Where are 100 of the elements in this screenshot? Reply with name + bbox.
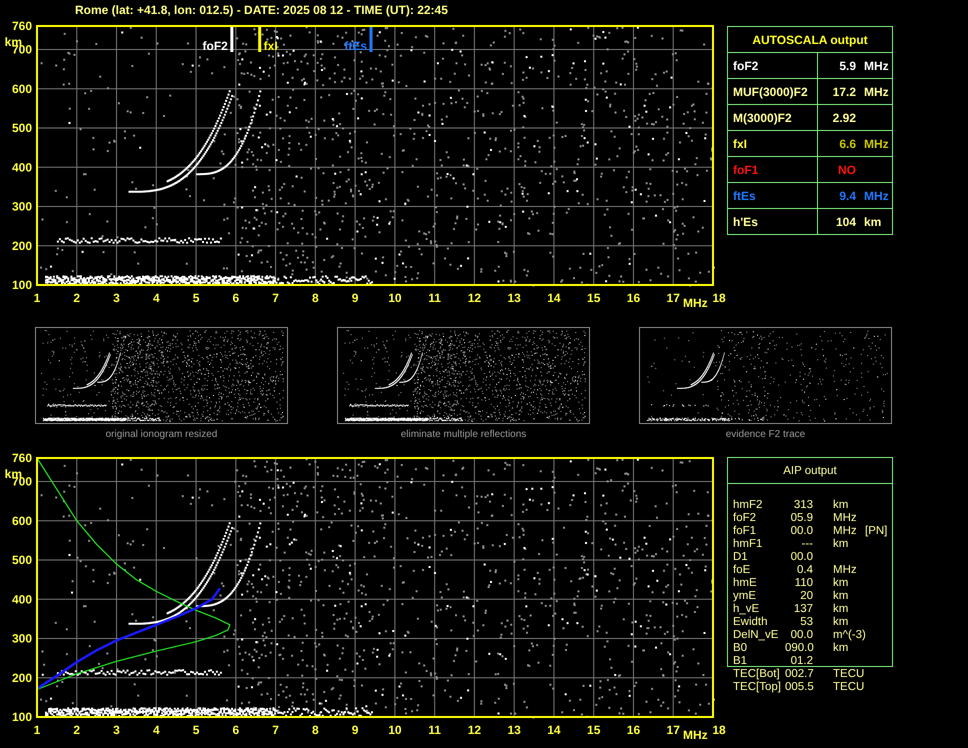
axis-unit-label: MHz xyxy=(683,296,708,310)
axis-tick-label: 760 xyxy=(12,451,32,465)
parameter-unit: MHz xyxy=(833,564,858,577)
value-text: NO xyxy=(837,162,856,176)
axis-tick-label: 100 xyxy=(12,710,32,724)
axis-tick-label: 11 xyxy=(428,723,441,737)
marker-label: foF2 xyxy=(202,39,228,53)
axis-tick-label: 10 xyxy=(388,291,402,305)
axis-tick-label: 15 xyxy=(587,723,600,737)
parameter-unit: m^(-3) xyxy=(833,629,863,642)
parameter-unit: km xyxy=(833,499,850,512)
parameter-unit: TECU xyxy=(833,681,863,694)
parameter-unit: km xyxy=(833,590,850,603)
axis-tick-label: 8 xyxy=(312,723,319,737)
parameter-name: h_vE xyxy=(733,603,760,616)
parameter-label: foF1 xyxy=(733,162,758,176)
axis-tick-label: 4 xyxy=(152,723,160,737)
parameter-unit: MHz xyxy=(833,512,858,525)
parameter-note: [PN] xyxy=(865,525,888,538)
axis-tick-label: 1 xyxy=(34,723,40,737)
unit-text: MHz xyxy=(864,58,889,72)
parameter-value: 05.9 xyxy=(790,512,813,525)
value-text: 104 xyxy=(834,214,856,228)
parameter-label: foF2 xyxy=(733,58,758,72)
parameter-label: ftEs xyxy=(733,188,756,202)
thumbnail-caption: evidence F2 trace xyxy=(726,429,806,440)
axis-tick-label: 9 xyxy=(352,723,358,737)
parameter-unit: km xyxy=(833,616,850,629)
axis-tick-label: 17 xyxy=(666,291,680,305)
parameter-value: 00.0 xyxy=(790,629,813,642)
axis-tick-label: 3 xyxy=(113,723,120,737)
axis-tick-label: 300 xyxy=(12,200,32,214)
axis-unit-label: MHz xyxy=(683,728,708,741)
axis-tick-label: 10 xyxy=(388,723,402,737)
parameter-label: fxI xyxy=(733,136,748,150)
parameter-name: hmF2 xyxy=(733,499,764,512)
axis-tick-label: 5 xyxy=(192,291,200,305)
parameter-value: 53 xyxy=(799,616,813,629)
parameter-name: foE xyxy=(733,564,752,577)
axis-tick-label: 2 xyxy=(73,291,80,305)
axis-tick-label: 12 xyxy=(468,291,482,305)
axis-tick-label: 400 xyxy=(12,160,32,174)
marker-label: ftEs xyxy=(344,39,368,53)
parameter-value: 002.7 xyxy=(785,668,813,681)
axis-tick-label: 16 xyxy=(626,291,640,305)
axis-tick-label: 17 xyxy=(666,723,680,737)
axis-tick-label: 100 xyxy=(12,278,32,292)
parameter-name: DelN_vE xyxy=(733,629,780,642)
axis-tick-label: 9 xyxy=(352,291,358,305)
parameter-unit: km xyxy=(833,642,850,655)
parameter-value: 20 xyxy=(799,590,813,603)
axis-tick-label: 7 xyxy=(272,723,279,737)
axis-tick-label: 8 xyxy=(312,291,319,305)
parameter-unit: TECU xyxy=(833,668,863,681)
axis-tick-label: 3 xyxy=(113,291,120,305)
axis-tick-label: 13 xyxy=(508,291,521,305)
parameter-unit: km xyxy=(833,603,850,616)
unit-text: MHz xyxy=(864,84,889,98)
axis-tick-label: 15 xyxy=(587,291,600,305)
parameter-label: h'Es xyxy=(733,214,758,228)
parameter-name: B0 xyxy=(733,642,748,655)
header-title: Rome (lat: +41.8, lon: 012.5) - DATE: 2025 08 12 - TIME (UT): 22:45 xyxy=(75,3,448,17)
parameter-value: 005.5 xyxy=(785,681,813,694)
parameter-value: 313 xyxy=(792,499,813,512)
axis-tick-label: 600 xyxy=(12,514,32,528)
parameter-name: hmE xyxy=(733,577,758,590)
parameter-value: 00.0 xyxy=(790,525,813,538)
thumbnail-caption: eliminate multiple reflections xyxy=(400,429,526,440)
parameter-label: M(3000)F2 xyxy=(733,110,792,124)
axis-tick-label: 500 xyxy=(12,121,32,136)
axis-tick-label: 13 xyxy=(508,723,521,737)
parameter-name: TEC[Top] xyxy=(733,681,782,694)
axis-tick-label: 400 xyxy=(12,592,32,606)
parameter-value: 090.0 xyxy=(785,642,813,655)
axis-tick-label: 7 xyxy=(272,291,279,305)
thumbnail-caption: original ionogram resized xyxy=(106,429,218,440)
axis-tick-label: 18 xyxy=(712,723,726,737)
axis-tick-label: 6 xyxy=(232,723,240,737)
parameter-name: TEC[Bot] xyxy=(733,668,781,681)
unit-text: MHz xyxy=(864,136,889,150)
axis-tick-label: 500 xyxy=(12,553,32,568)
axis-tick-label: 300 xyxy=(12,632,32,646)
unit-text: MHz xyxy=(864,188,889,202)
axis-tick-label: 2 xyxy=(73,723,80,737)
axis-tick-label: 1 xyxy=(34,291,40,305)
table-title: AUTOSCALA output xyxy=(728,27,892,53)
axis-tick-label: 12 xyxy=(468,723,482,737)
axis-tick-label: 200 xyxy=(12,670,32,685)
axis-tick-label: 600 xyxy=(12,82,32,96)
parameter-name: Ewidth xyxy=(733,616,769,629)
axis-tick-label: 5 xyxy=(192,723,200,737)
parameter-value: --- xyxy=(800,538,813,551)
value-text: 5.9 xyxy=(838,58,856,72)
parameter-unit: km xyxy=(833,538,850,551)
parameter-name: hmF1 xyxy=(733,538,764,551)
axis-tick-label: 18 xyxy=(712,291,726,305)
parameter-name: B1 xyxy=(733,655,748,668)
axis-tick-label: 14 xyxy=(547,723,561,737)
unit-text: km xyxy=(864,214,882,228)
value-text: 17.2 xyxy=(832,84,856,98)
